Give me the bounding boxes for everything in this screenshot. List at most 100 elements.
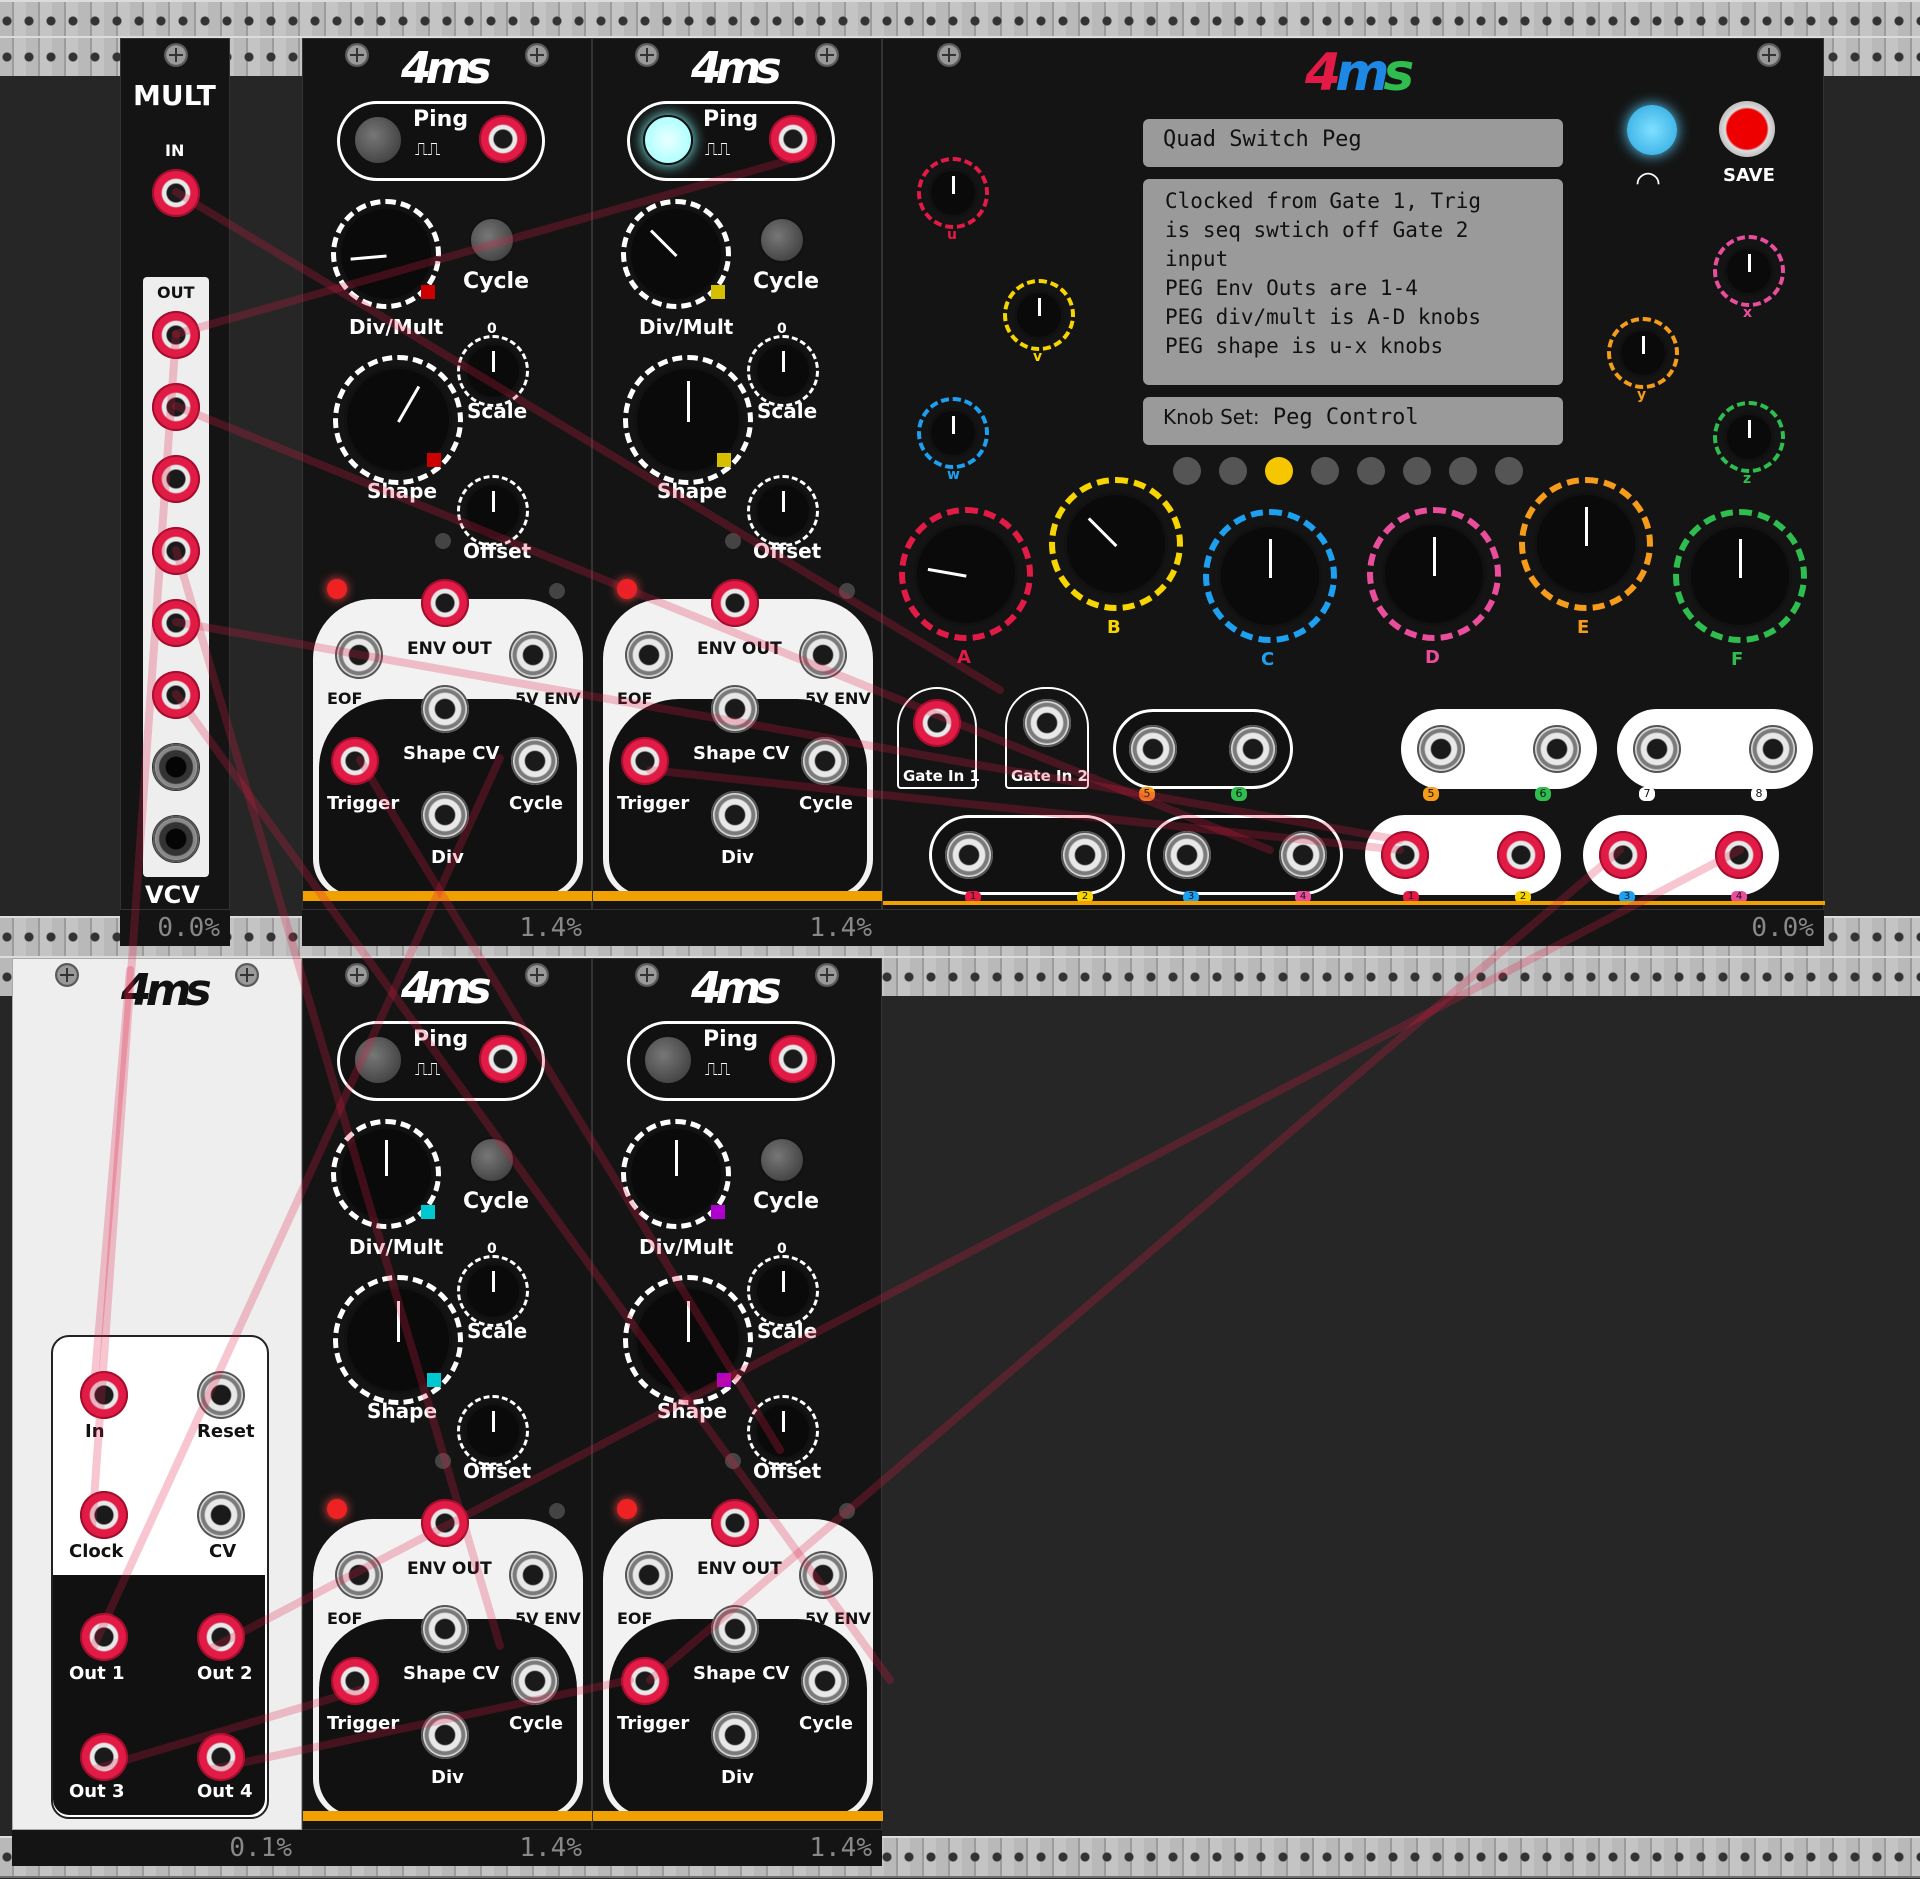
ping-jack[interactable] [479,1035,527,1083]
output-jack[interactable] [1633,725,1681,773]
param-knob-u[interactable] [931,171,975,215]
env-out-jack[interactable] [711,1499,759,1547]
output-jack[interactable] [1229,725,1277,773]
output-jack[interactable] [945,831,993,879]
cycle-jack[interactable] [511,737,559,785]
knobset-dot[interactable] [1219,457,1247,485]
eof-jack[interactable] [335,1551,383,1599]
output-jack[interactable] [1533,725,1581,773]
shape-cv-jack[interactable] [421,1605,469,1653]
env-out-jack[interactable] [711,579,759,627]
div-jack[interactable] [711,1711,759,1759]
knobset-dot[interactable] [1403,457,1431,485]
5v-env-jack[interactable] [509,631,557,679]
ping-button[interactable] [643,115,693,165]
mult-in-jack[interactable] [152,169,200,217]
ping-button[interactable] [643,1035,693,1085]
mult-out-jack[interactable] [152,815,200,863]
ping-button[interactable] [353,1035,403,1085]
knobset-dot[interactable] [1357,457,1385,485]
knobset-dot[interactable] [1265,457,1293,485]
clock-out2-jack[interactable] [197,1613,245,1661]
mult-out-jack[interactable] [152,743,200,791]
cycle-jack[interactable] [801,1657,849,1705]
divmult-knob[interactable] [631,1129,721,1219]
clock-in-jack[interactable] [80,1371,128,1419]
param-knob-w[interactable] [931,411,975,455]
trigger-jack[interactable] [621,1657,669,1705]
eof-jack[interactable] [625,631,673,679]
output-jack[interactable] [1061,831,1109,879]
shape-cv-jack[interactable] [711,1605,759,1653]
clock-cv-jack[interactable] [197,1491,245,1539]
output-jack[interactable] [1497,831,1545,879]
offset-knob[interactable] [467,1405,519,1457]
param-knob-A[interactable] [917,525,1015,623]
output-jack[interactable] [1129,725,1177,773]
mult-out-jack[interactable] [152,455,200,503]
scale-knob[interactable] [757,345,809,397]
output-jack[interactable] [1381,831,1429,879]
output-jack[interactable] [1163,831,1211,879]
div-jack[interactable] [421,791,469,839]
ping-jack[interactable] [769,1035,817,1083]
knobset-dot[interactable] [1495,457,1523,485]
param-knob-v[interactable] [1017,293,1061,337]
cycle-button[interactable] [759,217,805,263]
clock-clock-jack[interactable] [80,1491,128,1539]
param-knob-y[interactable] [1621,331,1665,375]
eof-jack[interactable] [335,631,383,679]
mult-out-jack[interactable] [152,383,200,431]
mult-out-jack[interactable] [152,671,200,719]
divmult-knob[interactable] [341,209,431,299]
wifi-led-button[interactable] [1627,105,1677,155]
div-jack[interactable] [421,1711,469,1759]
param-knob-z[interactable] [1727,415,1771,459]
mult-out-jack[interactable] [152,527,200,575]
cycle-button[interactable] [469,1137,515,1183]
clock-out3-jack[interactable] [80,1733,128,1781]
mult-out-jack[interactable] [152,599,200,647]
output-jack[interactable] [1715,831,1763,879]
knobset-dot[interactable] [1449,457,1477,485]
clock-out4-jack[interactable] [197,1733,245,1781]
clock-out1-jack[interactable] [80,1613,128,1661]
offset-knob[interactable] [467,485,519,537]
output-jack[interactable] [1599,831,1647,879]
param-knob-x[interactable] [1727,249,1771,293]
scale-knob[interactable] [757,1265,809,1317]
trigger-jack[interactable] [331,737,379,785]
offset-knob[interactable] [757,485,809,537]
cycle-button[interactable] [759,1137,805,1183]
param-knob-C[interactable] [1221,527,1319,625]
mult-out-jack[interactable] [152,311,200,359]
trigger-jack[interactable] [331,1657,379,1705]
ping-button[interactable] [353,115,403,165]
knobset-display[interactable]: Knob Set: Peg Control [1143,397,1563,445]
5v-env-jack[interactable] [799,1551,847,1599]
output-jack[interactable] [1749,725,1797,773]
ping-jack[interactable] [769,115,817,163]
param-knob-F[interactable] [1691,527,1789,625]
offset-knob[interactable] [757,1405,809,1457]
scale-knob[interactable] [467,1265,519,1317]
cycle-jack[interactable] [511,1657,559,1705]
param-knob-E[interactable] [1537,495,1635,593]
knobset-dot[interactable] [1173,457,1201,485]
divmult-knob[interactable] [341,1129,431,1219]
clock-reset-jack[interactable] [197,1371,245,1419]
shape-cv-jack[interactable] [711,685,759,733]
ping-jack[interactable] [479,115,527,163]
knobset-dot[interactable] [1311,457,1339,485]
param-knob-B[interactable] [1067,495,1165,593]
output-jack[interactable] [1417,725,1465,773]
5v-env-jack[interactable] [509,1551,557,1599]
param-knob-D[interactable] [1385,525,1483,623]
save-button[interactable] [1719,101,1775,157]
div-jack[interactable] [711,791,759,839]
output-jack[interactable] [1279,831,1327,879]
5v-env-jack[interactable] [799,631,847,679]
gate-in-2-jack[interactable] [1023,699,1071,747]
env-out-jack[interactable] [421,1499,469,1547]
divmult-knob[interactable] [631,209,721,299]
